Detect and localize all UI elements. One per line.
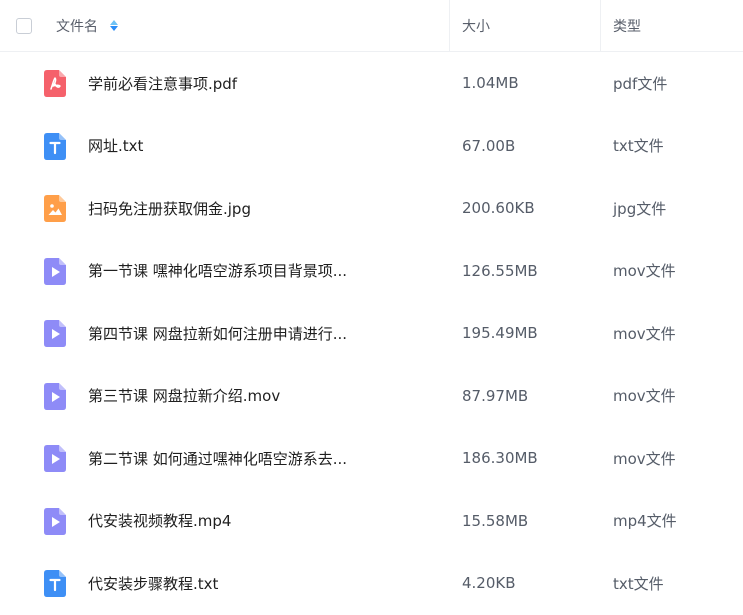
file-row[interactable]: 扫码免注册获取佣金.jpg 200.60KB jpg文件: [0, 177, 743, 240]
file-type: txt文件: [613, 574, 664, 593]
txt-icon: [44, 570, 66, 597]
file-size: 4.20KB: [462, 574, 516, 593]
file-row[interactable]: 代安装视频教程.mp4 15.58MB mp4文件: [0, 490, 743, 553]
file-name[interactable]: 扫码免注册获取佣金.jpg: [88, 177, 251, 240]
video-icon: [44, 445, 66, 472]
file-size: 1.04MB: [462, 74, 519, 93]
file-size: 87.97MB: [462, 386, 529, 405]
video-icon: [44, 382, 66, 410]
file-row[interactable]: 学前必看注意事项.pdf 1.04MB pdf文件: [0, 52, 743, 115]
file-name[interactable]: 学前必看注意事项.pdf: [88, 52, 237, 115]
video-icon: [44, 257, 66, 285]
column-header-name[interactable]: 文件名: [56, 0, 118, 51]
file-name[interactable]: 第二节课 如何通过嘿神化唔空游系去...: [88, 427, 347, 490]
file-row[interactable]: 第一节课 嘿神化唔空游系项目背景项... 126.55MB mov文件: [0, 240, 743, 303]
column-header-size[interactable]: 大小: [449, 0, 601, 51]
txt-icon: [44, 132, 66, 160]
file-type: mov文件: [613, 387, 676, 406]
file-row[interactable]: 网址.txt 67.00B txt文件: [0, 115, 743, 178]
video-icon: [44, 507, 66, 535]
file-type: mov文件: [613, 262, 676, 281]
file-type: txt文件: [613, 137, 664, 156]
file-type: mp4文件: [613, 512, 677, 531]
column-header-size-label: 大小: [462, 18, 490, 35]
file-row[interactable]: 第三节课 网盘拉新介绍.mov 87.97MB mov文件: [0, 365, 743, 428]
file-name[interactable]: 第一节课 嘿神化唔空游系项目背景项...: [88, 240, 347, 303]
file-size: 200.60KB: [462, 199, 535, 218]
file-size: 67.00B: [462, 136, 516, 155]
image-icon: [44, 195, 66, 222]
file-row[interactable]: 第四节课 网盘拉新如何注册申请进行... 195.49MB mov文件: [0, 302, 743, 365]
pdf-icon: [44, 70, 66, 97]
column-header-name-label: 文件名: [56, 18, 98, 35]
sort-icon[interactable]: [110, 20, 118, 31]
file-table: 文件名 大小 类型 学前必看注意事项.pdf 1.04MB pdf文件网址.txt 6…: [0, 0, 743, 615]
file-type: pdf文件: [613, 74, 668, 93]
file-type: mov文件: [613, 324, 676, 343]
file-size: 195.49MB: [462, 324, 538, 343]
file-size: 126.55MB: [462, 261, 538, 280]
file-row[interactable]: 第二节课 如何通过嘿神化唔空游系去... 186.30MB mov文件: [0, 427, 743, 490]
file-name[interactable]: 第四节课 网盘拉新如何注册申请进行...: [88, 302, 347, 365]
file-type: mov文件: [613, 449, 676, 468]
select-all-checkbox[interactable]: [16, 17, 32, 34]
column-header-type[interactable]: 类型: [600, 0, 743, 51]
column-header-type-label: 类型: [613, 18, 641, 35]
file-size: 15.58MB: [462, 511, 529, 530]
file-name[interactable]: 网址.txt: [88, 115, 143, 178]
select-all-checkbox-cell[interactable]: [16, 0, 32, 51]
file-list: 学前必看注意事项.pdf 1.04MB pdf文件网址.txt 67.00B txt文件…: [0, 52, 743, 615]
file-name[interactable]: 第三节课 网盘拉新介绍.mov: [88, 365, 280, 428]
file-name[interactable]: 代安装步骤教程.txt: [88, 552, 218, 615]
table-header: 文件名 大小 类型: [0, 0, 743, 52]
video-icon: [44, 320, 66, 347]
file-size: 186.30MB: [462, 449, 538, 468]
file-row[interactable]: 代安装步骤教程.txt 4.20KB txt文件: [0, 552, 743, 615]
file-type: jpg文件: [613, 199, 667, 218]
file-name[interactable]: 代安装视频教程.mp4: [88, 490, 231, 553]
